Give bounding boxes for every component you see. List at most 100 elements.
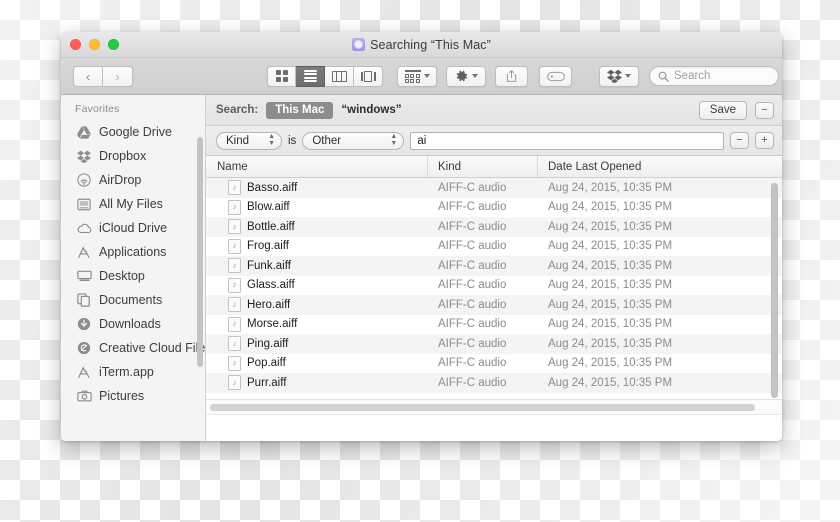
sidebar-item-icloud-drive[interactable]: iCloud Drive — [61, 216, 205, 240]
file-name-cell: ♪ Frog.aiff — [206, 238, 428, 254]
list-icon — [303, 69, 317, 83]
save-search-button[interactable]: Save — [698, 100, 747, 120]
icon-view-button[interactable] — [267, 65, 296, 87]
coverflow-view-button[interactable] — [354, 65, 383, 87]
filter-value-label: Other — [312, 134, 342, 147]
filter-value-select[interactable]: Other ▲ ▼ — [302, 131, 405, 150]
file-kind-cell: AIFF-C audio — [438, 298, 507, 311]
search-filter-row: Kind ▲ ▼ is Other ▲ ▼ ai − + — [206, 126, 782, 156]
table-row[interactable]: ♪ Blow.aiff AIFF-C audio Aug 24, 2015, 1… — [206, 197, 782, 217]
sidebar-item-pictures[interactable]: Pictures — [61, 384, 205, 408]
column-header-kind[interactable]: Kind — [428, 156, 538, 177]
file-name: Bottle.aiff — [247, 220, 295, 233]
filter-attribute-value: Kind — [226, 134, 250, 147]
columns-icon — [331, 70, 347, 82]
table-row[interactable]: ♪ Morse.aiff AIFF-C audio Aug 24, 2015, … — [206, 314, 782, 334]
dropbox-menu-button[interactable] — [599, 65, 639, 87]
table-row[interactable]: ♪ Funk.aiff AIFF-C audio Aug 24, 2015, 1… — [206, 256, 782, 276]
column-header-name[interactable]: Name — [206, 156, 428, 177]
file-name-cell: ♪ Purr.aiff — [206, 375, 428, 391]
file-date-cell: Aug 24, 2015, 10:35 PM — [548, 357, 673, 370]
remove-criteria-button[interactable]: − — [755, 101, 774, 119]
arrange-icon — [404, 69, 421, 83]
forward-button[interactable]: › — [103, 65, 133, 87]
sidebar-item-label: iCloud Drive — [99, 221, 168, 235]
column-view-button[interactable] — [325, 65, 354, 87]
file-name-cell: ♪ Ping.aiff — [206, 336, 428, 352]
table-row[interactable]: ♪ Pop.aiff AIFF-C audio Aug 24, 2015, 10… — [206, 353, 782, 373]
tag-icon — [546, 71, 565, 81]
view-mode-buttons — [267, 65, 383, 87]
scope-this-mac[interactable]: This Mac — [266, 101, 334, 119]
file-name-cell: ♪ Blow.aiff — [206, 199, 428, 215]
search-input[interactable]: Search — [649, 66, 779, 86]
table-row[interactable]: ♪ Ping.aiff AIFF-C audio Aug 24, 2015, 1… — [206, 334, 782, 354]
sidebar-item-creative-cloud-files[interactable]: Creative Cloud Files — [61, 336, 205, 360]
table-row[interactable]: ♪ Glass.aiff AIFF-C audio Aug 24, 2015, … — [206, 275, 782, 295]
tag-button[interactable] — [539, 65, 572, 87]
file-name-cell: ♪ Hero.aiff — [206, 297, 428, 313]
file-kind-cell: AIFF-C audio — [438, 220, 507, 233]
filter-text-input[interactable]: ai — [410, 131, 724, 150]
sidebar-item-documents[interactable]: Documents — [61, 288, 205, 312]
sidebar-item-label: iTerm.app — [99, 365, 154, 379]
file-name-cell: ♪ Bottle.aiff — [206, 219, 428, 235]
horizontal-scrollbar-thumb[interactable] — [210, 403, 756, 411]
filter-attribute-select[interactable]: Kind ▲ ▼ — [216, 131, 282, 150]
sidebar-item-label: Applications — [99, 245, 167, 259]
share-button[interactable] — [495, 65, 528, 87]
column-header-date-last-opened[interactable]: Date Last Opened — [538, 156, 782, 177]
back-button[interactable]: ‹ — [73, 65, 103, 87]
sidebar-item-desktop[interactable]: Desktop — [61, 264, 205, 288]
applications-icon — [76, 244, 92, 260]
file-kind-cell: AIFF-C audio — [438, 318, 507, 331]
sidebar-item-label: Creative Cloud Files — [99, 341, 206, 355]
sidebar-item-applications[interactable]: Applications — [61, 240, 205, 264]
audio-file-icon: ♪ — [228, 219, 241, 235]
audio-file-icon: ♪ — [228, 199, 241, 215]
sidebar-item-all-my-files[interactable]: All My Files — [61, 192, 205, 216]
action-menu-button[interactable] — [446, 65, 486, 87]
share-icon — [506, 70, 517, 82]
chevron-down-icon — [423, 74, 430, 78]
remove-filter-button[interactable]: − — [730, 132, 749, 149]
icloud-icon — [76, 220, 92, 236]
stepper-chevrons-icon: ▲ ▼ — [390, 133, 398, 147]
dropbox-icon — [76, 148, 92, 164]
table-row[interactable]: ♪ Bottle.aiff AIFF-C audio Aug 24, 2015,… — [206, 217, 782, 237]
sidebar-item-downloads[interactable]: Downloads — [61, 312, 205, 336]
list-horizontal-scrollbar[interactable] — [206, 399, 782, 414]
sidebar-item-google-drive[interactable]: Google Drive — [61, 120, 205, 144]
downloads-icon — [76, 316, 92, 332]
sidebar-item-label: Desktop — [99, 269, 145, 283]
table-row[interactable]: ♪ Hero.aiff AIFF-C audio Aug 24, 2015, 1… — [206, 295, 782, 315]
sidebar-scrollbar[interactable] — [197, 137, 203, 367]
file-kind-cell: AIFF-C audio — [438, 337, 507, 350]
sidebar-item-airdrop[interactable]: AirDrop — [61, 168, 205, 192]
table-row[interactable]: ♪ Purr.aiff AIFF-C audio Aug 24, 2015, 1… — [206, 373, 782, 393]
search-scope-bar: Search: This Mac “windows” Save − — [206, 95, 782, 126]
finder-sidebar: Favorites Google Drive Dropbox AirDrop A… — [61, 95, 206, 441]
desktop-icon — [76, 268, 92, 284]
add-filter-button[interactable]: + — [755, 132, 774, 149]
scope-search-term[interactable]: “windows” — [341, 104, 401, 116]
window-titlebar[interactable]: Searching “This Mac” — [61, 32, 782, 58]
sidebar-section-favorites: Favorites — [75, 103, 120, 115]
filter-text-value: ai — [417, 134, 427, 147]
list-vertical-scrollbar[interactable] — [771, 183, 778, 398]
table-row[interactable]: ♪ Frog.aiff AIFF-C audio Aug 24, 2015, 1… — [206, 236, 782, 256]
sidebar-item-label: Documents — [99, 293, 163, 307]
search-label: Search: — [216, 104, 259, 116]
table-row[interactable]: ♪ Basso.aiff AIFF-C audio Aug 24, 2015, … — [206, 178, 782, 198]
file-kind-cell: AIFF-C audio — [438, 240, 507, 253]
sidebar-item-dropbox[interactable]: Dropbox — [61, 144, 205, 168]
finder-main-panel: Search: This Mac “windows” Save − Kind ▲… — [206, 95, 782, 441]
arrange-button[interactable] — [397, 65, 437, 87]
file-date-cell: Aug 24, 2015, 10:35 PM — [548, 240, 673, 253]
chevron-down-icon — [625, 74, 631, 78]
search-placeholder: Search — [674, 70, 711, 82]
audio-file-icon: ♪ — [228, 336, 241, 352]
list-view-button[interactable] — [296, 65, 325, 87]
chevron-down-icon — [472, 74, 478, 78]
sidebar-item-iterm-app[interactable]: iTerm.app — [61, 360, 205, 384]
